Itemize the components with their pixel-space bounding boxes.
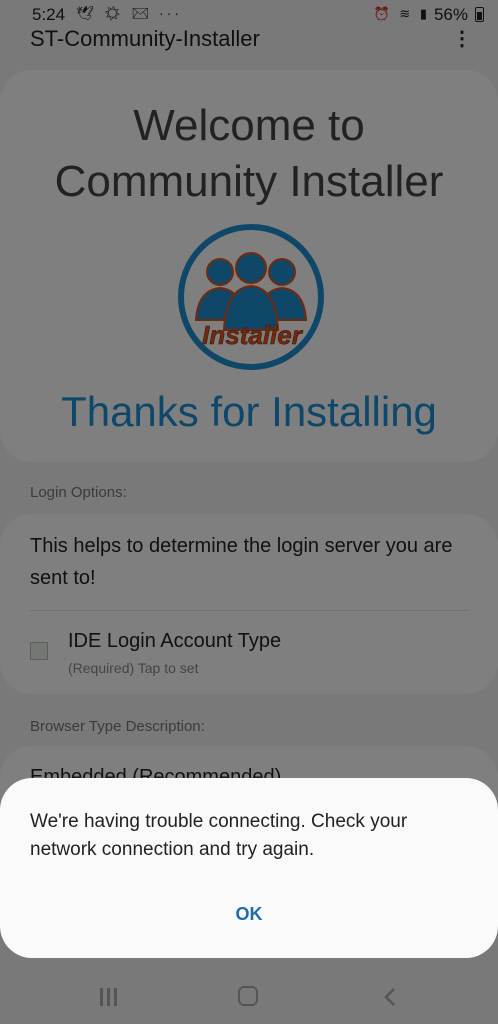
back-icon[interactable] bbox=[380, 986, 400, 1008]
ok-button[interactable]: OK bbox=[209, 896, 289, 932]
home-icon[interactable] bbox=[238, 986, 258, 1006]
dialog-message: We're having trouble connecting. Check y… bbox=[30, 811, 408, 860]
navigation-bar bbox=[0, 970, 498, 1024]
recent-apps-icon[interactable] bbox=[100, 988, 120, 1006]
error-dialog: We're having trouble connecting. Check y… bbox=[0, 778, 498, 958]
